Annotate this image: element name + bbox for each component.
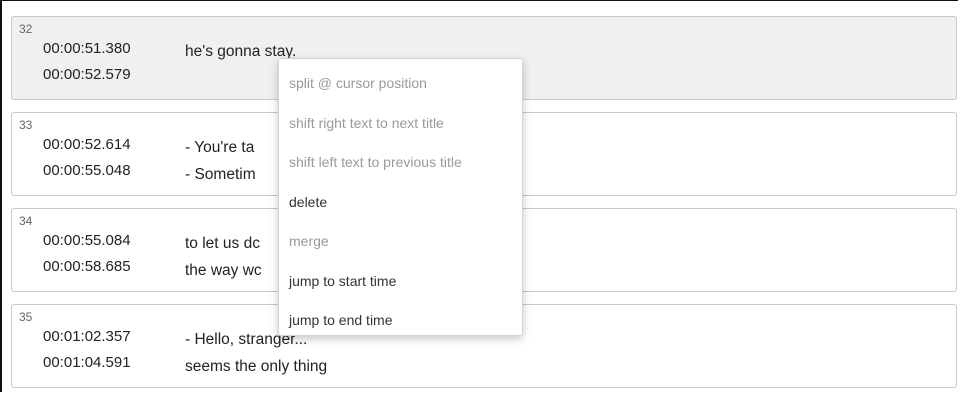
menu-item-shift-right-text[interactable]: shift right text to next title xyxy=(279,104,522,144)
menu-item-jump-to-end[interactable]: jump to end time xyxy=(279,301,522,341)
cue-start-time[interactable]: 00:00:51.380 xyxy=(43,40,131,57)
cue-end-time[interactable]: 00:00:58.685 xyxy=(43,258,131,275)
cue-start-time[interactable]: 00:00:55.084 xyxy=(43,232,131,249)
cue-text-line-1[interactable]: - You're ta xyxy=(185,139,254,157)
cue-index: 35 xyxy=(19,310,33,324)
cue-text-line-1[interactable]: to let us dc xyxy=(185,235,260,253)
menu-item-shift-left-text[interactable]: shift left text to previous title xyxy=(279,143,522,183)
menu-item-split-at-cursor[interactable]: split @ cursor position xyxy=(279,64,522,104)
context-menu: split @ cursor position shift right text… xyxy=(278,58,523,336)
cue-text-line-2[interactable]: the way wc xyxy=(185,262,262,280)
cue-text-line-2[interactable]: seems the only thing xyxy=(185,358,327,376)
cue-end-time[interactable]: 00:01:04.591 xyxy=(43,354,131,371)
menu-item-merge[interactable]: merge xyxy=(279,222,522,262)
cue-index: 32 xyxy=(19,22,33,36)
cue-start-time[interactable]: 00:00:52.614 xyxy=(43,136,131,153)
cue-start-time[interactable]: 00:01:02.357 xyxy=(43,328,131,345)
cue-index: 34 xyxy=(19,214,33,228)
menu-item-delete[interactable]: delete xyxy=(279,183,522,223)
cue-index: 33 xyxy=(19,118,33,132)
cue-text-line-2[interactable]: - Sometim xyxy=(185,166,256,184)
cue-end-time[interactable]: 00:00:55.048 xyxy=(43,162,131,179)
cue-end-time[interactable]: 00:00:52.579 xyxy=(43,66,131,83)
menu-item-jump-to-start[interactable]: jump to start time xyxy=(279,262,522,302)
